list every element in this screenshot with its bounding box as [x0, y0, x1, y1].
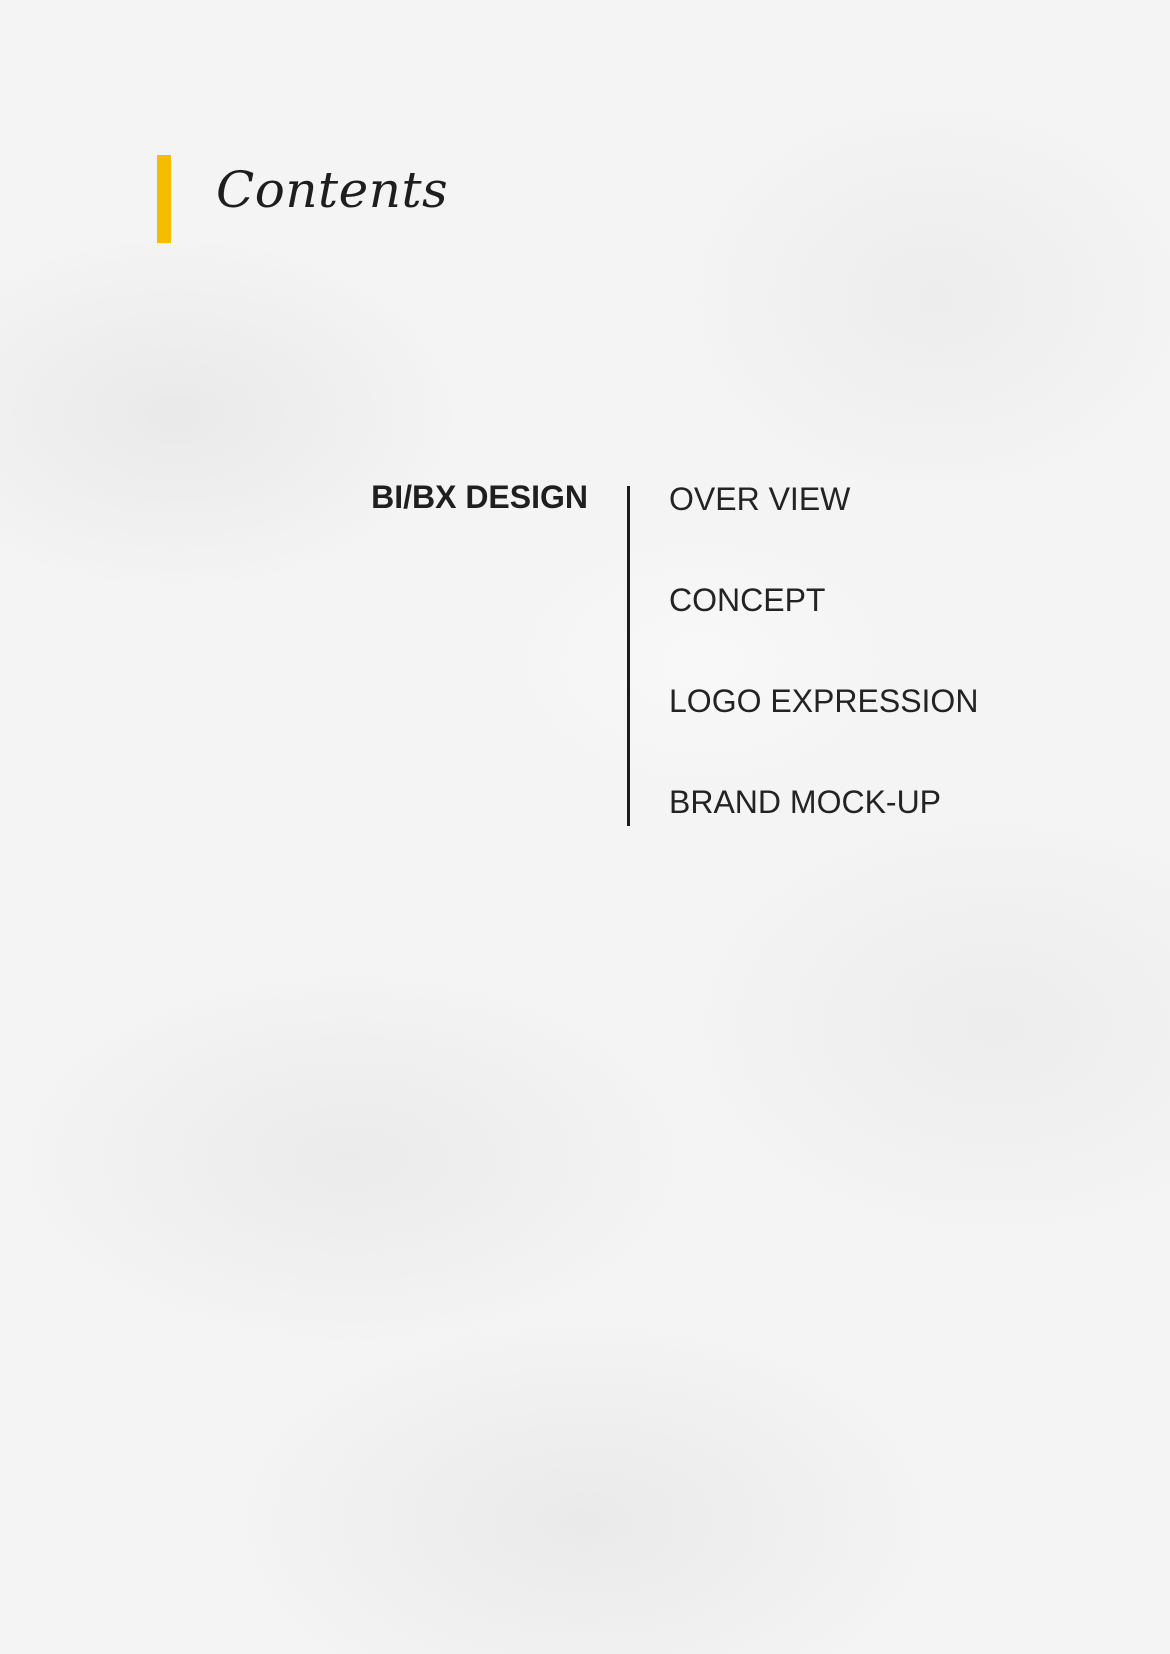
toc-item-overview[interactable]: OVER VIEW — [669, 480, 978, 581]
section-divider — [627, 486, 630, 826]
toc-item-concept[interactable]: CONCEPT — [669, 581, 978, 682]
section-label: BI/BX DESIGN — [371, 479, 588, 515]
toc-item-brand-mockup[interactable]: BRAND MOCK-UP — [669, 783, 978, 884]
toc-item-logo-expression[interactable]: LOGO EXPRESSION — [669, 682, 978, 783]
page-title: Contents — [216, 161, 449, 219]
toc-list: OVER VIEW CONCEPT LOGO EXPRESSION BRAND … — [669, 480, 978, 884]
title-accent-bar — [157, 155, 171, 243]
